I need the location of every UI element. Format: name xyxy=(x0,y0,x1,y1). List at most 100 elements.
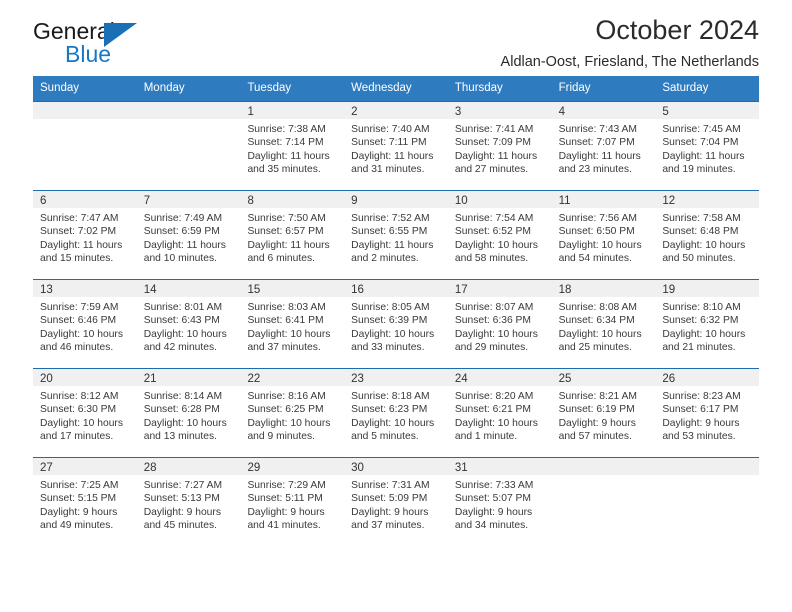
day-cell[interactable]: 31 Sunrise: 7:33 AM Sunset: 5:07 PM Dayligh… xyxy=(447,458,552,546)
sunset-text: Sunset: 5:11 PM xyxy=(247,493,323,505)
brand-name-blue: Blue xyxy=(65,41,112,67)
day-number-band: 2 xyxy=(344,102,448,119)
sunrise-text: Sunrise: 8:03 AM xyxy=(247,302,326,313)
day-number: 9 xyxy=(351,195,358,207)
day-number: 1 xyxy=(247,106,254,118)
calendar-page: General Blue October 2024 Aldlan-Oost, F… xyxy=(0,0,792,612)
day-cell[interactable]: 29 Sunrise: 7:29 AM Sunset: 5:11 PM Dayligh… xyxy=(240,458,345,546)
day-cell[interactable]: 11 Sunrise: 7:56 AM Sunset: 6:50 PM Dayligh… xyxy=(551,191,656,279)
daylight-text: Daylight: 10 hours and 1 minute. xyxy=(454,417,538,443)
sunset-text: Sunset: 6:19 PM xyxy=(558,404,635,416)
sunset-text: Sunset: 6:25 PM xyxy=(247,404,324,416)
day-cell[interactable]: 26 Sunrise: 8:23 AM Sunset: 6:17 PM Dayligh… xyxy=(655,369,760,457)
day-number-band: 16 xyxy=(344,280,448,297)
sunrise-text: Sunrise: 7:50 AM xyxy=(247,213,326,224)
daylight-text: Daylight: 11 hours and 31 minutes. xyxy=(351,150,434,176)
day-cell[interactable]: 1 Sunrise: 7:38 AM Sunset: 7:14 PM Daylight… xyxy=(240,102,345,190)
day-number: 31 xyxy=(454,462,468,474)
week-row: 1 Sunrise: 7:38 AM Sunset: 7:14 PM Daylight… xyxy=(33,101,760,190)
day-number-band: 19 xyxy=(655,280,760,297)
day-cell[interactable]: 14 Sunrise: 8:01 AM Sunset: 6:43 PM Dayligh… xyxy=(136,280,241,368)
day-cell[interactable]: 7 Sunrise: 7:49 AM Sunset: 6:59 PM Daylight… xyxy=(136,191,241,279)
day-cell[interactable]: 21 Sunrise: 8:14 AM Sunset: 6:28 PM Dayligh… xyxy=(136,369,241,457)
day-cell[interactable]: 4 Sunrise: 7:43 AM Sunset: 7:07 PM Daylight… xyxy=(551,102,656,190)
day-details: Sunrise: 7:43 AM Sunset: 7:07 PM Daylight:… xyxy=(552,119,656,177)
day-number-band: 25 xyxy=(551,369,656,386)
day-number-band: 31 xyxy=(447,458,552,475)
day-cell[interactable]: 18 Sunrise: 8:08 AM Sunset: 6:34 PM Dayligh… xyxy=(551,280,656,368)
daylight-text: Daylight: 10 hours and 58 minutes. xyxy=(454,239,538,265)
day-cell[interactable]: 30 Sunrise: 7:31 AM Sunset: 5:09 PM Dayligh… xyxy=(344,458,448,546)
day-cell[interactable]: 17 Sunrise: 8:07 AM Sunset: 6:36 PM Dayligh… xyxy=(447,280,552,368)
day-cell[interactable]: 8 Sunrise: 7:50 AM Sunset: 6:57 PM Daylight… xyxy=(240,191,345,279)
day-number-band: 24 xyxy=(447,369,552,386)
day-cell[interactable]: 13 Sunrise: 7:59 AM Sunset: 6:46 PM Dayligh… xyxy=(33,280,137,368)
day-cell[interactable]: 6 Sunrise: 7:47 AM Sunset: 7:02 PM Daylight… xyxy=(33,191,137,279)
sunset-text: Sunset: 5:13 PM xyxy=(143,493,220,505)
sunset-text: Sunset: 6:39 PM xyxy=(351,315,428,327)
day-number-band: 10 xyxy=(447,191,552,208)
sunrise-text: Sunrise: 7:56 AM xyxy=(558,213,638,224)
day-details: Sunrise: 8:18 AM Sunset: 6:23 PM Daylight:… xyxy=(344,386,448,444)
daylight-text: Daylight: 11 hours and 19 minutes. xyxy=(662,150,745,176)
sunrise-text: Sunrise: 7:31 AM xyxy=(351,480,430,491)
day-cell[interactable]: 24 Sunrise: 8:20 AM Sunset: 6:21 PM Dayligh… xyxy=(447,369,552,457)
sunrise-text: Sunrise: 7:25 AM xyxy=(40,480,119,491)
day-cell[interactable]: 27 Sunrise: 7:25 AM Sunset: 5:15 PM Dayligh… xyxy=(33,458,137,546)
day-number: 20 xyxy=(40,373,53,385)
day-cell[interactable]: 10 Sunrise: 7:54 AM Sunset: 6:52 PM Dayligh… xyxy=(447,191,552,279)
day-number-band: 5 xyxy=(655,102,760,119)
day-cell[interactable]: 2 Sunrise: 7:40 AM Sunset: 7:11 PM Daylight… xyxy=(344,102,448,190)
day-cell[interactable]: 12 Sunrise: 7:58 AM Sunset: 6:48 PM Dayligh… xyxy=(655,191,760,279)
weekday-header-saturday: Saturday xyxy=(662,82,709,94)
day-number: 4 xyxy=(558,106,565,118)
day-cell[interactable]: 20 Sunrise: 8:12 AM Sunset: 6:30 PM Dayligh… xyxy=(33,369,137,457)
sunrise-text: Sunrise: 8:10 AM xyxy=(662,302,741,313)
day-details: Sunrise: 7:49 AM Sunset: 6:59 PM Daylight:… xyxy=(137,208,241,266)
daylight-text: Daylight: 9 hours and 49 minutes. xyxy=(40,506,118,532)
brand-logo[interactable]: General Blue xyxy=(33,20,263,76)
day-cell[interactable]: 15 Sunrise: 8:03 AM Sunset: 6:41 PM Dayligh… xyxy=(240,280,345,368)
day-number: 26 xyxy=(662,373,676,385)
day-details: Sunrise: 7:45 AM Sunset: 7:04 PM Daylight:… xyxy=(655,119,759,177)
daylight-text: Daylight: 11 hours and 15 minutes. xyxy=(40,239,123,265)
sunset-text: Sunset: 5:09 PM xyxy=(351,493,428,505)
sunrise-text: Sunrise: 8:07 AM xyxy=(454,302,534,313)
day-cell-empty xyxy=(136,102,241,190)
sunrise-text: Sunrise: 7:27 AM xyxy=(143,480,223,491)
day-cell[interactable]: 28 Sunrise: 7:27 AM Sunset: 5:13 PM Dayligh… xyxy=(136,458,241,546)
sunrise-text: Sunrise: 7:33 AM xyxy=(454,480,534,491)
day-cell[interactable]: 25 Sunrise: 8:21 AM Sunset: 6:19 PM Dayligh… xyxy=(551,369,656,457)
day-number: 16 xyxy=(351,284,364,296)
daylight-text: Daylight: 11 hours and 27 minutes. xyxy=(454,150,538,176)
sunset-text: Sunset: 6:23 PM xyxy=(351,404,428,416)
daylight-text: Daylight: 10 hours and 5 minutes. xyxy=(351,417,435,443)
day-number-band: 7 xyxy=(136,191,241,208)
day-cell[interactable]: 22 Sunrise: 8:16 AM Sunset: 6:25 PM Dayligh… xyxy=(240,369,345,457)
day-cell[interactable]: 5 Sunrise: 7:45 AM Sunset: 7:04 PM Daylight… xyxy=(655,102,760,190)
day-number: 7 xyxy=(143,195,151,207)
day-cell[interactable]: 19 Sunrise: 8:10 AM Sunset: 6:32 PM Dayligh… xyxy=(655,280,760,368)
day-cell[interactable]: 23 Sunrise: 8:18 AM Sunset: 6:23 PM Dayligh… xyxy=(344,369,448,457)
day-number-band xyxy=(655,458,760,475)
day-cell[interactable]: 9 Sunrise: 7:52 AM Sunset: 6:55 PM Daylight… xyxy=(344,191,448,279)
day-cell[interactable]: 3 Sunrise: 7:41 AM Sunset: 7:09 PM Daylight… xyxy=(447,102,552,190)
daylight-text: Daylight: 11 hours and 35 minutes. xyxy=(247,150,330,176)
daylight-text: Daylight: 9 hours and 34 minutes. xyxy=(454,506,533,532)
day-number: 17 xyxy=(454,284,468,296)
daylight-text: Daylight: 9 hours and 45 minutes. xyxy=(143,506,221,532)
week-row: 13 Sunrise: 7:59 AM Sunset: 6:46 PM Dayligh… xyxy=(33,279,760,368)
sunrise-text: Sunrise: 8:20 AM xyxy=(454,391,534,402)
day-number: 25 xyxy=(558,373,572,385)
day-number-band: 21 xyxy=(136,369,241,386)
day-number-band: 17 xyxy=(447,280,552,297)
sunrise-text: Sunrise: 7:52 AM xyxy=(351,213,430,224)
day-cell[interactable]: 16 Sunrise: 8:05 AM Sunset: 6:39 PM Dayligh… xyxy=(344,280,448,368)
day-number: 6 xyxy=(40,195,47,207)
day-number: 14 xyxy=(143,284,157,296)
day-number-band: 8 xyxy=(240,191,345,208)
sunset-text: Sunset: 6:55 PM xyxy=(351,226,428,238)
daylight-text: Daylight: 11 hours and 10 minutes. xyxy=(143,239,226,265)
day-details: Sunrise: 7:41 AM Sunset: 7:09 PM Daylight:… xyxy=(448,119,552,177)
day-number: 21 xyxy=(143,373,157,385)
